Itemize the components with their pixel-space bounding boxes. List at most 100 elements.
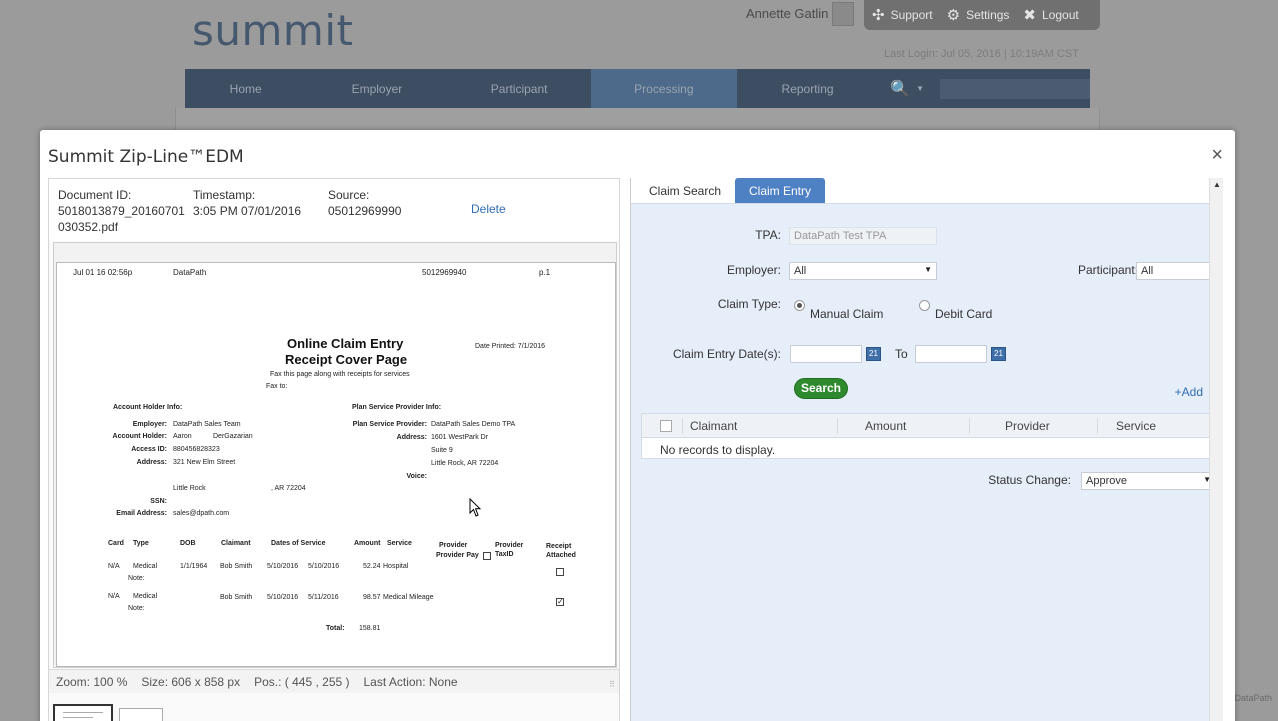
last-action-readout: Last Action: None [363,674,458,689]
th-amount: Amount [354,540,381,547]
th-service: Service [387,540,412,547]
th-receipt: Receipt [546,543,572,550]
page-thumbnail[interactable] [119,708,163,721]
logout-label: Logout [1042,8,1079,22]
r2-claimant: Bob Smith [220,594,253,601]
th-dob: DOB [180,540,196,547]
timestamp: Timestamp: 3:05 PM 07/01/2016 [193,187,301,219]
nav-search[interactable]: 🔍 ▼ [878,78,1090,99]
top-utility-bar: ✣ Support ⚙ Settings ✖ Logout [864,0,1100,30]
participant-select-value: All [1141,265,1154,277]
nav-employer[interactable]: Employer [306,69,447,108]
entry-date-label: Claim Entry Date(s): [672,347,781,361]
debit-card-radio[interactable] [919,300,930,311]
fax-header-number: 5012969940 [422,268,467,277]
settings-link[interactable]: ⚙ Settings [947,6,1010,24]
col-provider[interactable]: Provider [1005,419,1050,433]
fax-instruction: Fax this page along with receipts for se… [270,371,410,378]
grid-empty-message: No records to display. [660,443,776,457]
nav-home[interactable]: Home [185,69,306,108]
document-id-value-cont: 030352.pdf [58,220,119,234]
calendar-icon[interactable]: 21 [991,347,1006,361]
summit-logo: summit [192,6,354,55]
document-id: Document ID: 5018013879_20160701 030352.… [58,187,185,235]
manual-claim-radio[interactable] [794,300,805,311]
fax-header-from: DataPath [173,268,207,277]
r1-receipt-checkbox [556,568,564,576]
right-pane-scrollbar[interactable]: ▲ [1209,178,1223,721]
employer-select-value: All [794,265,807,277]
user-name: Annette Gatlin [746,6,829,21]
access-id-value: 880456828323 [173,446,220,453]
provider-value: DataPath Sales Demo TPA [431,421,516,428]
viewer-status-bar: Zoom: 100 % Size: 606 x 858 px Pos.: ( 4… [49,669,619,693]
nav-processing[interactable]: Processing [590,69,737,108]
logout-link[interactable]: ✖ Logout [1023,6,1078,24]
select-all-checkbox[interactable] [660,420,672,432]
provider-address-2: Suite 9 [431,447,453,454]
document-id-value: 5018013879_20160701 [58,204,185,218]
chevron-down-icon: ▼ [924,265,932,274]
main-nav: Home Employer Participant Processing Rep… [185,69,1090,108]
avatar [832,2,854,26]
status-change-select[interactable]: Approve ▼ [1081,472,1216,490]
r1-amount: 52.24 [363,563,381,570]
claim-tabs: Claim Search Claim Entry [631,178,1223,204]
tpa-value: DataPath Test TPA [794,230,887,242]
document-viewer[interactable]: Jul 01 16 02:56p DataPath 5012969940 p.1… [53,242,617,668]
col-amount[interactable]: Amount [865,419,906,433]
search-input[interactable] [940,78,1090,99]
scroll-up-icon[interactable]: ▲ [1213,180,1221,189]
access-id-label: Access ID: [131,446,167,453]
resize-grip-icon[interactable]: ⠿ [609,680,615,689]
address-label: Address: [136,459,167,466]
source-value: 05012969990 [328,204,402,218]
account-holder-label: Account Holder: [112,433,167,440]
manual-claim-label: Manual Claim [810,307,884,321]
search-button[interactable]: Search [794,378,848,399]
edm-modal: Summit Zip-Line™EDM × Document ID: 50180… [40,130,1235,721]
nav-participant[interactable]: Participant [448,69,591,108]
timestamp-label: Timestamp: [193,188,256,202]
provider-address-1: 1601 WestPark Dr [431,434,489,441]
zoom-readout: Zoom: 100 % [56,674,128,689]
provider-heading: Plan Service Provider Info: [352,404,442,411]
delete-link[interactable]: Delete [471,202,506,216]
th-claimant: Claimant [221,540,251,547]
entry-date-to[interactable] [915,345,987,363]
r1-service: Hospital [383,563,409,570]
provider-pay-checkbox [483,552,491,560]
participant-select[interactable]: All [1136,262,1214,280]
r1-dob: 1/1/1964 [180,563,208,570]
account-holder-last: DerGazarian [213,433,253,440]
fax-date-printed: Date Printed: 7/1/2016 [475,343,546,350]
state-zip-value: , AR 72204 [271,485,306,492]
col-service[interactable]: Service [1116,419,1156,433]
tab-claim-entry[interactable]: Claim Entry [735,178,826,203]
fax-header-date: Jul 01 16 02:56p [73,268,133,277]
col-claimant[interactable]: Claimant [690,419,737,433]
employer-select[interactable]: All ▼ [789,262,937,280]
nav-reporting[interactable]: Reporting [737,69,878,108]
page-thumbnail[interactable] [53,704,113,721]
add-link[interactable]: +Add [1175,385,1203,399]
fax-to: Fax to: [266,383,288,390]
tab-claim-search[interactable]: Claim Search [635,178,735,203]
r2-to: 5/11/2016 [308,594,339,601]
employer-label: Employer: [132,421,167,428]
fax-title-2: Receipt Cover Page [285,352,408,367]
calendar-icon[interactable]: 21 [866,347,881,361]
r2-from: 5/10/2016 [267,594,299,601]
fax-header-page: p.1 [539,268,551,277]
total-label: Total: [326,625,345,632]
close-icon[interactable]: × [1211,144,1223,167]
support-link[interactable]: ✣ Support [872,6,933,24]
last-login: Last Login: Jul 05, 2016 | 10:19AM CST [884,48,1079,60]
th-taxid: TaxID [495,551,514,558]
entry-date-from[interactable] [790,345,862,363]
content-strip [175,108,1100,130]
settings-label: Settings [966,8,1010,22]
r2-amount: 98.57 [363,594,381,601]
r1-card: N/A [108,563,120,570]
claim-type-label: Claim Type: [717,297,781,311]
